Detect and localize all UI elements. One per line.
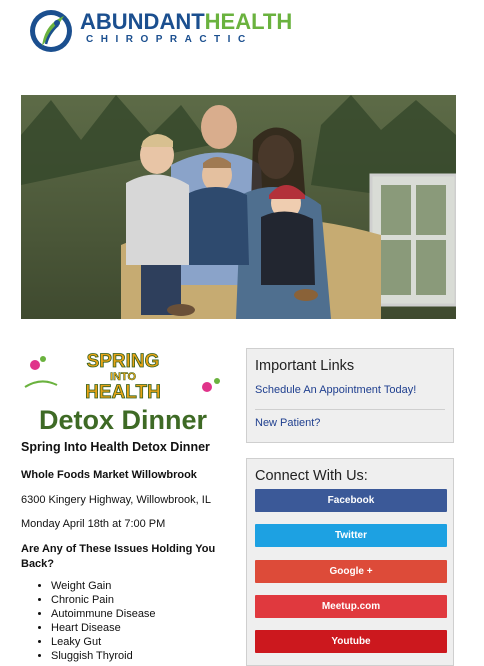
flyer-line1: SPRING: [87, 351, 160, 372]
logo[interactable]: ABUNDANTHEALTH CHIROPRACTIC: [28, 8, 292, 54]
flyer-line4: Detox Dinner: [39, 405, 208, 435]
spring-into-health-flyer: SPRING INTO HEALTH Detox Dinner: [21, 347, 225, 437]
connect-heading: Connect With Us:: [255, 468, 368, 484]
logo-mark-icon: [30, 10, 72, 52]
family-photo-image: [21, 95, 456, 319]
facebook-button[interactable]: Facebook: [255, 489, 447, 512]
list-item: Sluggish Thyroid: [51, 649, 156, 663]
hero-photo: [21, 95, 456, 319]
logo-name-part2: HEALTH: [204, 9, 293, 34]
connect-panel: Connect With Us: Facebook Twitter Google…: [246, 458, 454, 666]
schedule-appointment-link[interactable]: Schedule An Appointment Today!: [255, 384, 416, 396]
list-item: Autoimmune Disease: [51, 607, 156, 621]
new-patient-link[interactable]: New Patient?: [255, 417, 320, 429]
event-question: Are Any of These Issues Holding You Back…: [21, 543, 216, 570]
event-datetime: Monday April 18th at 7:00 PM: [21, 518, 166, 530]
list-item: Chronic Pain: [51, 593, 156, 607]
list-item: Heart Disease: [51, 621, 156, 635]
important-links-panel: Important Links Schedule An Appointment …: [246, 348, 454, 443]
event-address: 6300 Kingery Highway, Willowbrook, IL: [21, 494, 211, 506]
list-item: Leaky Gut: [51, 635, 156, 649]
youtube-button[interactable]: Youtube: [255, 630, 447, 653]
logo-tagline: CHIROPRACTIC: [86, 34, 253, 45]
list-item: Weight Gain: [51, 579, 156, 593]
issues-list: Weight Gain Chronic Pain Autoimmune Dise…: [21, 579, 156, 663]
event-title: Spring Into Health Detox Dinner: [21, 440, 210, 454]
google-plus-button[interactable]: Google +: [255, 560, 447, 583]
event-venue: Whole Foods Market Willowbrook: [21, 469, 197, 481]
meetup-button[interactable]: Meetup.com: [255, 595, 447, 618]
logo-name-part1: ABUNDANT: [80, 9, 205, 34]
divider: [255, 409, 445, 410]
important-links-heading: Important Links: [255, 358, 355, 374]
twitter-button[interactable]: Twitter: [255, 524, 447, 547]
flyer-graphic: SPRING INTO HEALTH Detox Dinner: [24, 351, 220, 435]
flyer-line3: HEALTH: [85, 382, 161, 403]
